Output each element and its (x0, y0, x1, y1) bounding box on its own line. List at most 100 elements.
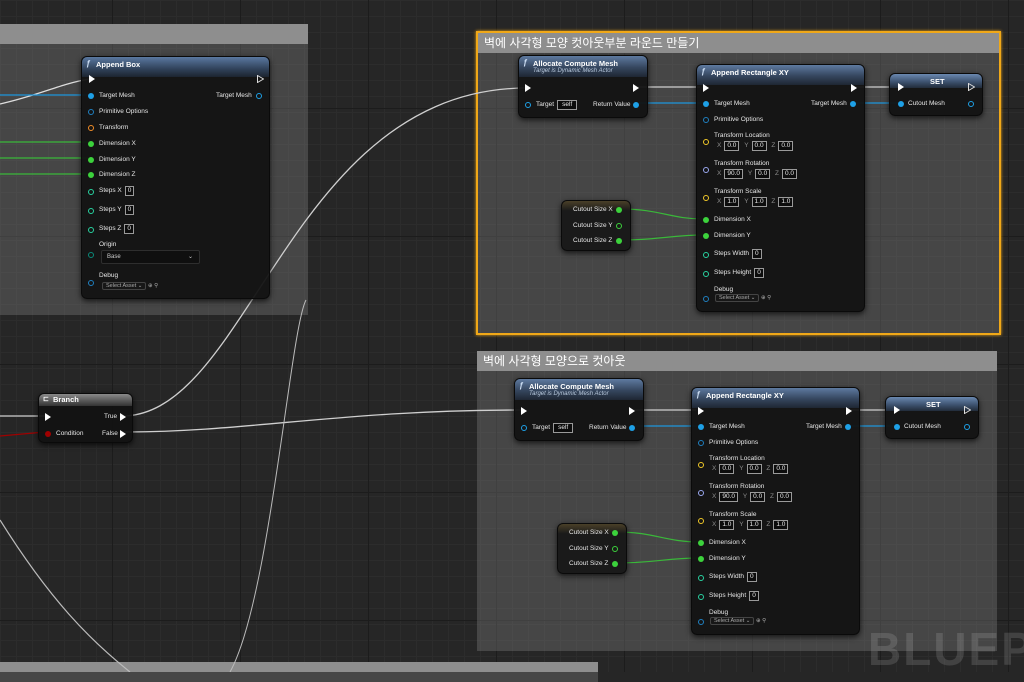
search-icon[interactable]: ⚲ (762, 618, 766, 624)
debug-pin[interactable] (88, 280, 94, 286)
allocate-compute-mesh-node-top[interactable]: ƒ Allocate Compute Mesh Target is Dynami… (518, 55, 648, 118)
exec-in-pin[interactable] (898, 83, 904, 91)
float-pin-out[interactable] (616, 223, 622, 229)
loc-z-input[interactable]: 0.0 (778, 141, 794, 151)
append-rectangle-xy-node-bottom[interactable]: ƒ Append Rectangle XY Target Mesh Target… (691, 387, 860, 635)
rot-y-input[interactable]: 0.0 (755, 169, 771, 179)
float-pin[interactable] (88, 172, 94, 178)
float-pin-out[interactable] (616, 238, 622, 244)
steps-height-input[interactable]: 0 (754, 268, 764, 278)
scale-z-input[interactable]: 1.0 (773, 520, 789, 530)
steps-height-input[interactable]: 0 (749, 591, 759, 601)
object-pin[interactable] (525, 102, 531, 108)
scale-x-input[interactable]: 1.0 (719, 520, 735, 530)
scale-z-input[interactable]: 1.0 (778, 197, 794, 207)
float-pin[interactable] (88, 157, 94, 163)
loc-x-input[interactable]: 0.0 (724, 141, 740, 151)
float-pin[interactable] (698, 540, 704, 546)
vector-pin[interactable] (698, 518, 704, 524)
vector-pin[interactable] (698, 462, 704, 468)
float-pin-out[interactable] (612, 561, 618, 567)
exec-true-pin[interactable] (120, 413, 126, 421)
int-pin[interactable] (703, 252, 709, 258)
set-cutout-mesh-node-top[interactable]: SET Cutout Mesh (889, 73, 983, 116)
append-rectangle-xy-node-top[interactable]: ƒ Append Rectangle XY Target Mesh Target… (696, 64, 865, 312)
steps-width-input[interactable]: 0 (752, 249, 762, 259)
steps-x-input[interactable]: 0 (124, 186, 135, 196)
rotator-pin[interactable] (703, 167, 709, 173)
set-cutout-mesh-node-bottom[interactable]: SET Cutout Mesh (885, 396, 979, 439)
int-pin[interactable] (88, 208, 94, 214)
reset-icon[interactable]: ⊕ (761, 295, 766, 301)
allocate-compute-mesh-node-bottom[interactable]: ƒ Allocate Compute Mesh Target is Dynami… (514, 378, 644, 441)
struct-pin[interactable] (703, 117, 709, 123)
mesh-pin-in[interactable] (88, 93, 94, 99)
int-pin[interactable] (88, 227, 94, 233)
cutout-size-getter-top[interactable]: Cutout Size X Cutout Size Y Cutout Size … (561, 200, 631, 251)
steps-width-input[interactable]: 0 (747, 572, 757, 582)
loc-y-input[interactable]: 0.0 (746, 464, 762, 474)
mesh-pin-out[interactable] (968, 101, 974, 107)
target-input[interactable]: self (557, 100, 578, 110)
rot-x-input[interactable]: 90.0 (719, 492, 738, 502)
float-pin[interactable] (703, 217, 709, 223)
float-pin[interactable] (698, 556, 704, 562)
rot-z-input[interactable]: 0.0 (782, 169, 798, 179)
int-pin[interactable] (698, 594, 704, 600)
mesh-pin-in[interactable] (698, 424, 704, 430)
select-asset-dropdown[interactable]: Select Asset ⌄ (710, 617, 755, 625)
exec-out-pin[interactable] (257, 75, 264, 83)
target-input[interactable]: self (553, 423, 574, 433)
exec-out-pin[interactable] (633, 84, 639, 92)
scale-y-input[interactable]: 1.0 (746, 520, 762, 530)
mesh-pin-out[interactable] (629, 425, 635, 431)
float-pin-out[interactable] (616, 207, 622, 213)
exec-out-pin[interactable] (851, 84, 857, 92)
exec-out-pin[interactable] (964, 406, 971, 414)
search-icon[interactable]: ⚲ (154, 283, 158, 289)
cutout-size-getter-bottom[interactable]: Cutout Size X Cutout Size Y Cutout Size … (557, 523, 627, 574)
rot-y-input[interactable]: 0.0 (750, 492, 766, 502)
select-asset-dropdown[interactable]: Select Asset ⌄ (715, 294, 760, 302)
vector-pin[interactable] (703, 195, 709, 201)
scale-y-input[interactable]: 1.0 (751, 197, 767, 207)
exec-out-pin[interactable] (629, 407, 635, 415)
float-pin[interactable] (88, 141, 94, 147)
int-pin[interactable] (703, 271, 709, 277)
loc-z-input[interactable]: 0.0 (773, 464, 789, 474)
exec-false-pin[interactable] (120, 430, 126, 438)
rot-z-input[interactable]: 0.0 (777, 492, 793, 502)
scale-x-input[interactable]: 1.0 (724, 197, 740, 207)
origin-dropdown[interactable]: Base ⌄ (101, 250, 200, 264)
float-pin-out[interactable] (612, 530, 618, 536)
loc-y-input[interactable]: 0.0 (751, 141, 767, 151)
mesh-pin-out[interactable] (256, 93, 262, 99)
int-pin[interactable] (88, 189, 94, 195)
steps-y-input[interactable]: 0 (124, 205, 135, 215)
float-pin-out[interactable] (612, 546, 618, 552)
exec-in-pin[interactable] (525, 84, 531, 92)
int-pin[interactable] (698, 575, 704, 581)
vector-pin[interactable] (703, 139, 709, 145)
struct-pin[interactable] (88, 109, 94, 115)
float-pin[interactable] (703, 233, 709, 239)
exec-in-pin[interactable] (521, 407, 527, 415)
reset-icon[interactable]: ⊕ (756, 618, 761, 624)
struct-pin[interactable] (698, 440, 704, 446)
search-icon[interactable]: ⚲ (767, 295, 771, 301)
branch-node[interactable]: ⊏ Branch True Condition False (38, 393, 133, 443)
mesh-pin-out[interactable] (850, 101, 856, 107)
exec-in-pin[interactable] (894, 406, 900, 414)
exec-in-pin[interactable] (698, 407, 704, 415)
debug-pin[interactable] (698, 619, 704, 625)
exec-in-pin[interactable] (89, 75, 95, 83)
exec-in-pin[interactable] (45, 413, 51, 421)
exec-out-pin[interactable] (968, 83, 975, 91)
bool-pin[interactable] (45, 431, 51, 437)
append-box-node[interactable]: ƒ Append Box Target Mesh Target Mesh Pri… (81, 56, 270, 299)
rotator-pin[interactable] (698, 490, 704, 496)
exec-out-pin[interactable] (846, 407, 852, 415)
mesh-pin-in[interactable] (898, 101, 904, 107)
debug-pin[interactable] (703, 296, 709, 302)
enum-pin[interactable] (88, 252, 94, 258)
